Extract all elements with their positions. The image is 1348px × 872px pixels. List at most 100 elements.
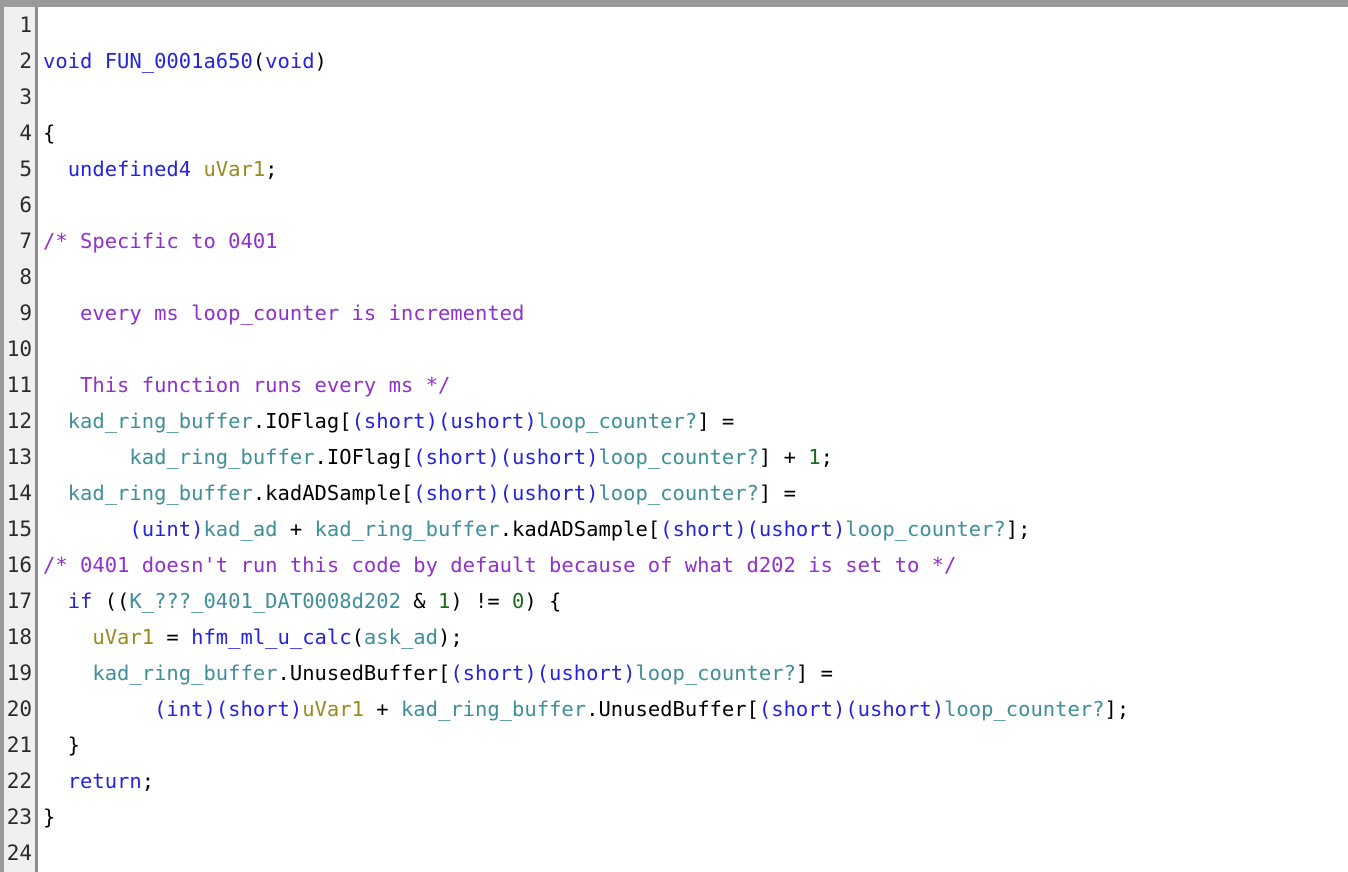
code-token-type[interactable]: (ushort) [500, 481, 599, 505]
code-token-var[interactable]: uVar1 [302, 697, 364, 721]
code-token-plain[interactable]: ) != [450, 589, 512, 613]
code-token-plain[interactable]: .IOFlag[ [315, 445, 414, 469]
code-token-plain[interactable] [191, 157, 203, 181]
code-token-plain[interactable] [43, 157, 68, 181]
code-token-type[interactable]: void [43, 49, 92, 73]
code-line[interactable]: { [41, 115, 1348, 151]
code-token-plain[interactable]: } [43, 733, 80, 757]
code-token-const[interactable]: 0 [512, 589, 524, 613]
code-token-plain[interactable]: ] = [697, 409, 734, 433]
code-token-plain[interactable]: = [154, 625, 191, 649]
code-token-plain[interactable]: ; [821, 445, 833, 469]
code-token-global[interactable]: loop_counter? [944, 697, 1104, 721]
code-line[interactable] [41, 835, 1348, 871]
code-token-plain[interactable]: ; [142, 769, 154, 793]
code-token-type[interactable]: (short) [352, 409, 438, 433]
code-token-type[interactable]: (uint) [129, 517, 203, 541]
code-token-type[interactable]: (short) [216, 697, 302, 721]
code-token-plain[interactable]: .IOFlag[ [253, 409, 352, 433]
code-token-type[interactable]: (short) [413, 481, 499, 505]
code-token-plain[interactable]: ]; [1006, 517, 1031, 541]
code-token-plain[interactable] [43, 769, 68, 793]
code-token-plain[interactable]: ); [438, 625, 463, 649]
code-token-punct[interactable]: ) [315, 49, 327, 73]
code-line[interactable]: void FUN_0001a650(void) [41, 43, 1348, 79]
code-token-funcname[interactable]: FUN_0001a650 [105, 49, 253, 73]
code-token-plain[interactable]: ( [352, 625, 364, 649]
code-token-comment[interactable]: /* Specific to 0401 [43, 229, 278, 253]
code-token-plain[interactable]: ] = [796, 661, 833, 685]
code-line[interactable]: } [41, 799, 1348, 835]
code-token-comment[interactable]: /* 0401 doesn't run this code by default… [43, 553, 956, 577]
code-token-plain[interactable] [43, 481, 68, 505]
code-token-plain[interactable]: ]; [1105, 697, 1130, 721]
decompiled-code-area[interactable]: void FUN_0001a650(void) { undefined4 uVa… [41, 7, 1348, 872]
code-token-type[interactable]: (ushort) [500, 445, 599, 469]
code-line[interactable]: (int)(short)uVar1 + kad_ring_buffer.Unus… [41, 691, 1348, 727]
code-line[interactable] [41, 331, 1348, 367]
code-token-var[interactable]: uVar1 [203, 157, 265, 181]
code-token-plain[interactable]: .kadADSample[ [253, 481, 413, 505]
code-line[interactable]: kad_ring_buffer.UnusedBuffer[(short)(ush… [41, 655, 1348, 691]
code-line[interactable] [41, 259, 1348, 295]
code-token-global[interactable]: kad_ring_buffer [129, 445, 314, 469]
code-token-plain[interactable] [43, 409, 68, 433]
code-token-global[interactable]: kad_ad [203, 517, 277, 541]
code-token-global[interactable]: loop_counter? [845, 517, 1005, 541]
code-token-plain[interactable]: (( [92, 589, 130, 613]
code-token-global[interactable]: loop_counter? [598, 481, 758, 505]
code-line[interactable]: /* Specific to 0401 [41, 223, 1348, 259]
code-token-plain[interactable]: .UnusedBuffer[ [278, 661, 451, 685]
code-token-global[interactable]: kad_ring_buffer [92, 661, 277, 685]
code-token-global[interactable]: loop_counter? [598, 445, 758, 469]
code-token-global[interactable]: kad_ring_buffer [315, 517, 500, 541]
code-token-punct[interactable]: { [43, 121, 55, 145]
code-token-keyword[interactable]: return [68, 769, 142, 793]
code-line[interactable]: every ms loop_counter is incremented [41, 295, 1348, 331]
code-token-type[interactable]: (short) [660, 517, 746, 541]
code-token-type[interactable]: (short) [450, 661, 536, 685]
code-token-var[interactable]: uVar1 [92, 625, 154, 649]
code-token-plain[interactable] [43, 445, 129, 469]
code-token-plain[interactable]: } [43, 805, 55, 829]
code-token-type[interactable]: void [265, 49, 314, 73]
code-line[interactable]: kad_ring_buffer.kadADSample[(short)(usho… [41, 475, 1348, 511]
code-token-plain[interactable] [43, 517, 129, 541]
code-token-comment[interactable]: This function runs every ms */ [43, 373, 450, 397]
code-line[interactable]: kad_ring_buffer.IOFlag[(short)(ushort)lo… [41, 439, 1348, 475]
code-token-global[interactable]: loop_counter? [635, 661, 795, 685]
code-line[interactable]: kad_ring_buffer.IOFlag[(short)(ushort)lo… [41, 403, 1348, 439]
code-token-plain[interactable]: ] = [759, 481, 796, 505]
code-line[interactable]: return; [41, 763, 1348, 799]
code-token-type[interactable]: (short) [413, 445, 499, 469]
code-token-const[interactable]: 1 [808, 445, 820, 469]
code-line[interactable]: /* 0401 doesn't run this code by default… [41, 547, 1348, 583]
code-token-plain[interactable] [43, 589, 68, 613]
code-line[interactable]: uVar1 = hfm_ml_u_calc(ask_ad); [41, 619, 1348, 655]
code-token-funcname[interactable]: hfm_ml_u_calc [191, 625, 351, 649]
code-token-punct[interactable]: ; [265, 157, 277, 181]
code-token-plain[interactable]: ) { [524, 589, 561, 613]
code-token-plain[interactable]: + [364, 697, 401, 721]
code-line[interactable] [41, 79, 1348, 115]
code-token-global[interactable]: ask_ad [364, 625, 438, 649]
code-token-comment[interactable]: every ms loop_counter is incremented [43, 301, 524, 325]
code-token-plain[interactable] [92, 49, 104, 73]
code-token-keyword[interactable]: if [68, 589, 93, 613]
code-token-type[interactable]: (ushort) [537, 661, 636, 685]
code-token-plain[interactable]: .kadADSample[ [500, 517, 660, 541]
code-token-plain[interactable] [43, 661, 92, 685]
code-token-plain[interactable]: + [278, 517, 315, 541]
code-token-type[interactable]: (int) [154, 697, 216, 721]
code-token-plain[interactable] [43, 625, 92, 649]
code-token-type[interactable]: (short) [759, 697, 845, 721]
code-token-global[interactable]: kad_ring_buffer [68, 481, 253, 505]
code-line[interactable] [41, 7, 1348, 43]
code-token-type[interactable]: (ushort) [438, 409, 537, 433]
code-token-plain[interactable] [43, 697, 154, 721]
code-line[interactable]: } [41, 727, 1348, 763]
code-token-punct[interactable]: ( [253, 49, 265, 73]
code-token-plain[interactable]: ] + [759, 445, 808, 469]
code-line[interactable] [41, 187, 1348, 223]
code-token-global[interactable]: K_???_0401_DAT0008d202 [129, 589, 401, 613]
